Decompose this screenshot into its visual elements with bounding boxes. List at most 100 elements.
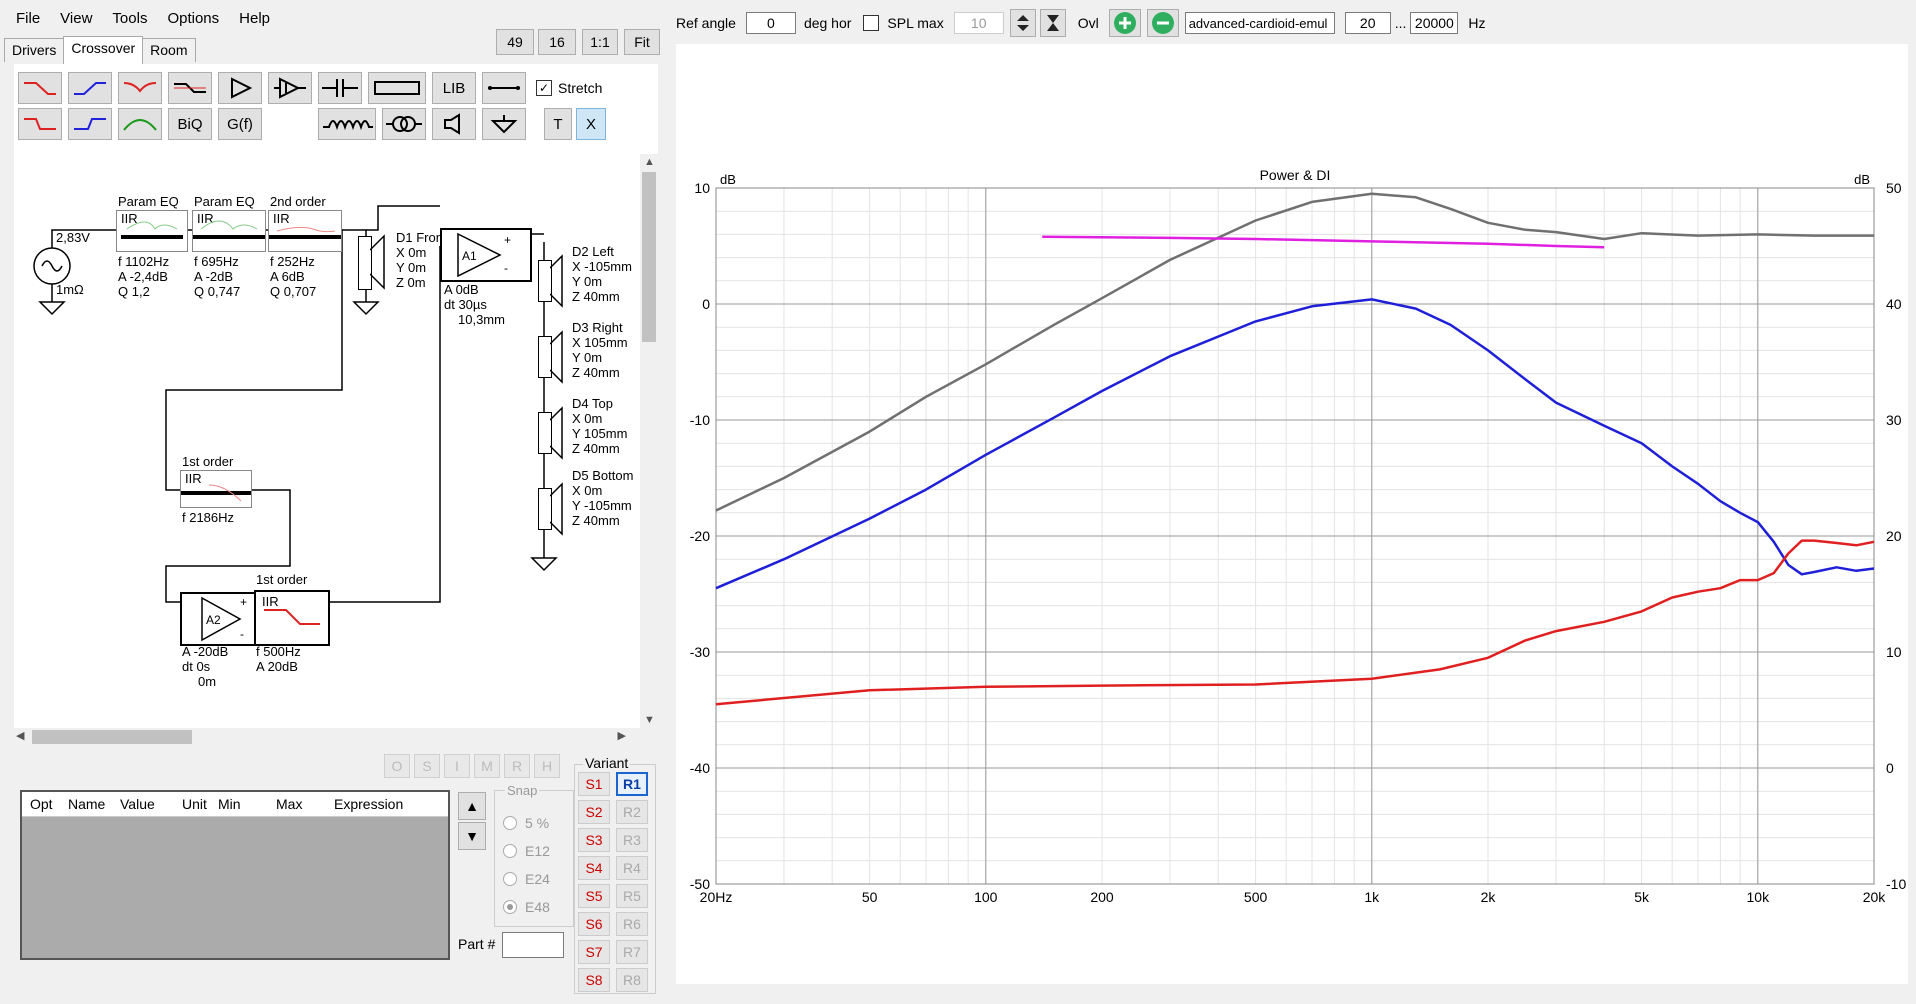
variant-r2[interactable]: R2 xyxy=(616,800,648,824)
variant-r6[interactable]: R6 xyxy=(616,912,648,936)
shelf-button[interactable] xyxy=(168,72,212,104)
gf-button[interactable]: G(f) xyxy=(218,108,262,140)
schematic-hscroll[interactable]: ◀ ▶ xyxy=(14,728,640,746)
lock-m-button[interactable]: M xyxy=(474,754,500,778)
spl-collapse-button[interactable] xyxy=(1039,9,1066,37)
scroll-down-icon[interactable]: ▼ xyxy=(644,714,655,726)
variant-s5[interactable]: S5 xyxy=(578,884,610,908)
eq3-q: Q 0,707 xyxy=(270,284,317,299)
schematic-canvas[interactable]: 2,83V 1mΩ Param EQ IIR f 1102Hz A -2,4dB… xyxy=(14,154,640,728)
x-button[interactable]: X xyxy=(576,108,606,140)
eq2-block[interactable]: IIR xyxy=(192,210,266,252)
spl-max-checkbox[interactable] xyxy=(863,15,880,31)
svg-text:A2: A2 xyxy=(206,613,221,627)
hscroll-thumb[interactable] xyxy=(32,730,192,744)
ref-angle-input[interactable]: 0 xyxy=(745,12,796,34)
menu-help[interactable]: Help xyxy=(239,10,270,27)
bandpass-button[interactable] xyxy=(118,108,162,140)
variant-r3[interactable]: R3 xyxy=(616,828,648,852)
variant-s2[interactable]: S2 xyxy=(578,800,610,824)
menu-tools[interactable]: Tools xyxy=(112,10,147,27)
series-line-magenta xyxy=(1042,235,1605,249)
transformer-button[interactable] xyxy=(382,108,426,140)
menu-view[interactable]: View xyxy=(60,10,92,27)
lib-button[interactable]: LIB xyxy=(432,72,476,104)
part-number-input[interactable] xyxy=(502,932,564,958)
variant-s1[interactable]: S1 xyxy=(578,772,610,796)
tab-drivers[interactable]: Drivers xyxy=(4,38,65,62)
eq1-block[interactable]: IIR xyxy=(116,210,188,252)
snap-5pct-radio[interactable]: 5 % xyxy=(503,815,549,831)
remove-overlay-button[interactable] xyxy=(1146,9,1179,37)
scroll-left-icon[interactable]: ◀ xyxy=(16,729,24,742)
parameter-table[interactable]: Opt Name Value Unit Min Max Expression xyxy=(20,790,450,960)
amplifier-button[interactable] xyxy=(218,72,262,104)
variant-s7[interactable]: S7 xyxy=(578,940,610,964)
spl-updown-button[interactable] xyxy=(1009,9,1036,37)
tab-room[interactable]: Room xyxy=(142,38,196,62)
spl-max-input[interactable]: 10 xyxy=(953,12,1004,34)
overlay-name-input[interactable]: advanced-cardioid-emul xyxy=(1184,12,1335,34)
freq-max-input[interactable]: 20000 xyxy=(1410,12,1459,34)
scroll-right-icon[interactable]: ▶ xyxy=(618,729,626,742)
variant-r1[interactable]: R1 xyxy=(616,772,648,796)
eq3-block[interactable]: IIR xyxy=(268,210,342,252)
power-di-chart[interactable]: 100-10-20-30-40-5050403020100-1020Hz 50 10… xyxy=(676,144,1908,984)
notch-red-button[interactable] xyxy=(118,72,162,104)
variant-s3[interactable]: S3 xyxy=(578,828,610,852)
a1-info: A 0dB dt 30µs 10,3mm xyxy=(444,282,505,327)
highpass-blue-button[interactable] xyxy=(68,72,112,104)
speaker-button[interactable] xyxy=(432,108,476,140)
a1-amplifier[interactable]: A1 + - xyxy=(440,228,532,282)
stretch-checkbox[interactable]: ✓ Stretch xyxy=(536,80,602,96)
zoom-16-button[interactable]: 16 xyxy=(538,29,576,55)
menu-file[interactable]: File xyxy=(16,10,40,27)
highpass-step-button[interactable] xyxy=(68,108,112,140)
zoom-49-button[interactable]: 49 xyxy=(496,29,534,55)
scroll-up-icon[interactable]: ▲ xyxy=(644,156,655,168)
zoom-1to1-button[interactable]: 1:1 xyxy=(582,29,618,55)
menu-options[interactable]: Options xyxy=(167,10,219,27)
variant-s8[interactable]: S8 xyxy=(578,968,610,992)
variant-r8[interactable]: R8 xyxy=(616,968,648,992)
vscroll-thumb[interactable] xyxy=(642,172,656,342)
variant-s6[interactable]: S6 xyxy=(578,912,610,936)
lock-i-button[interactable]: I xyxy=(444,754,470,778)
f1-block[interactable]: IIR xyxy=(180,470,252,508)
variant-r4[interactable]: R4 xyxy=(616,856,648,880)
move-down-button[interactable]: ▼ xyxy=(458,822,486,850)
lock-h-button[interactable]: H xyxy=(534,754,560,778)
lock-r-button[interactable]: R xyxy=(504,754,530,778)
move-up-button[interactable]: ▲ xyxy=(458,792,486,820)
snap-e48-radio[interactable]: E48 xyxy=(503,899,550,915)
lock-o-button[interactable]: O xyxy=(384,754,410,778)
text-button[interactable]: T xyxy=(544,108,572,140)
x-tick-label: 20k xyxy=(1863,889,1887,905)
delay-amp-button[interactable] xyxy=(268,72,312,104)
schematic-vscroll[interactable]: ▲ ▼ xyxy=(640,154,658,728)
highpass-red-button[interactable] xyxy=(18,72,62,104)
variant-s4[interactable]: S4 xyxy=(578,856,610,880)
a2-amplifier[interactable]: A2 + - xyxy=(180,592,256,646)
resistor-button[interactable] xyxy=(368,72,426,104)
variant-r5[interactable]: R5 xyxy=(616,884,648,908)
variant-r7[interactable]: R7 xyxy=(616,940,648,964)
capacitor-button[interactable] xyxy=(318,72,362,104)
biquad-button[interactable]: BiQ xyxy=(168,108,212,140)
lowpass-red-button[interactable] xyxy=(18,108,62,140)
check-icon: ✓ xyxy=(536,80,552,96)
freq-min-input[interactable]: 20 xyxy=(1344,12,1391,34)
wire-button[interactable] xyxy=(482,72,526,104)
graph-panel[interactable]: 10 0 -10 -20 -30 -40 -50 50 40 30 20 10 0 -10 20Hz 50 10… xyxy=(676,44,1908,984)
add-overlay-button[interactable] xyxy=(1108,9,1141,37)
inductor-button[interactable] xyxy=(318,108,376,140)
snap-e24-radio[interactable]: E24 xyxy=(503,871,550,887)
f2-block[interactable]: IIR xyxy=(254,590,330,646)
x-tick-label: 50 xyxy=(862,889,878,905)
snap-e12-radio[interactable]: E12 xyxy=(503,843,550,859)
fit-button[interactable]: Fit xyxy=(624,29,660,55)
ground-button[interactable] xyxy=(482,108,526,140)
lock-s-button[interactable]: S xyxy=(414,754,440,778)
f2-curve-icon xyxy=(264,609,320,625)
tab-crossover[interactable]: Crossover xyxy=(63,36,144,65)
